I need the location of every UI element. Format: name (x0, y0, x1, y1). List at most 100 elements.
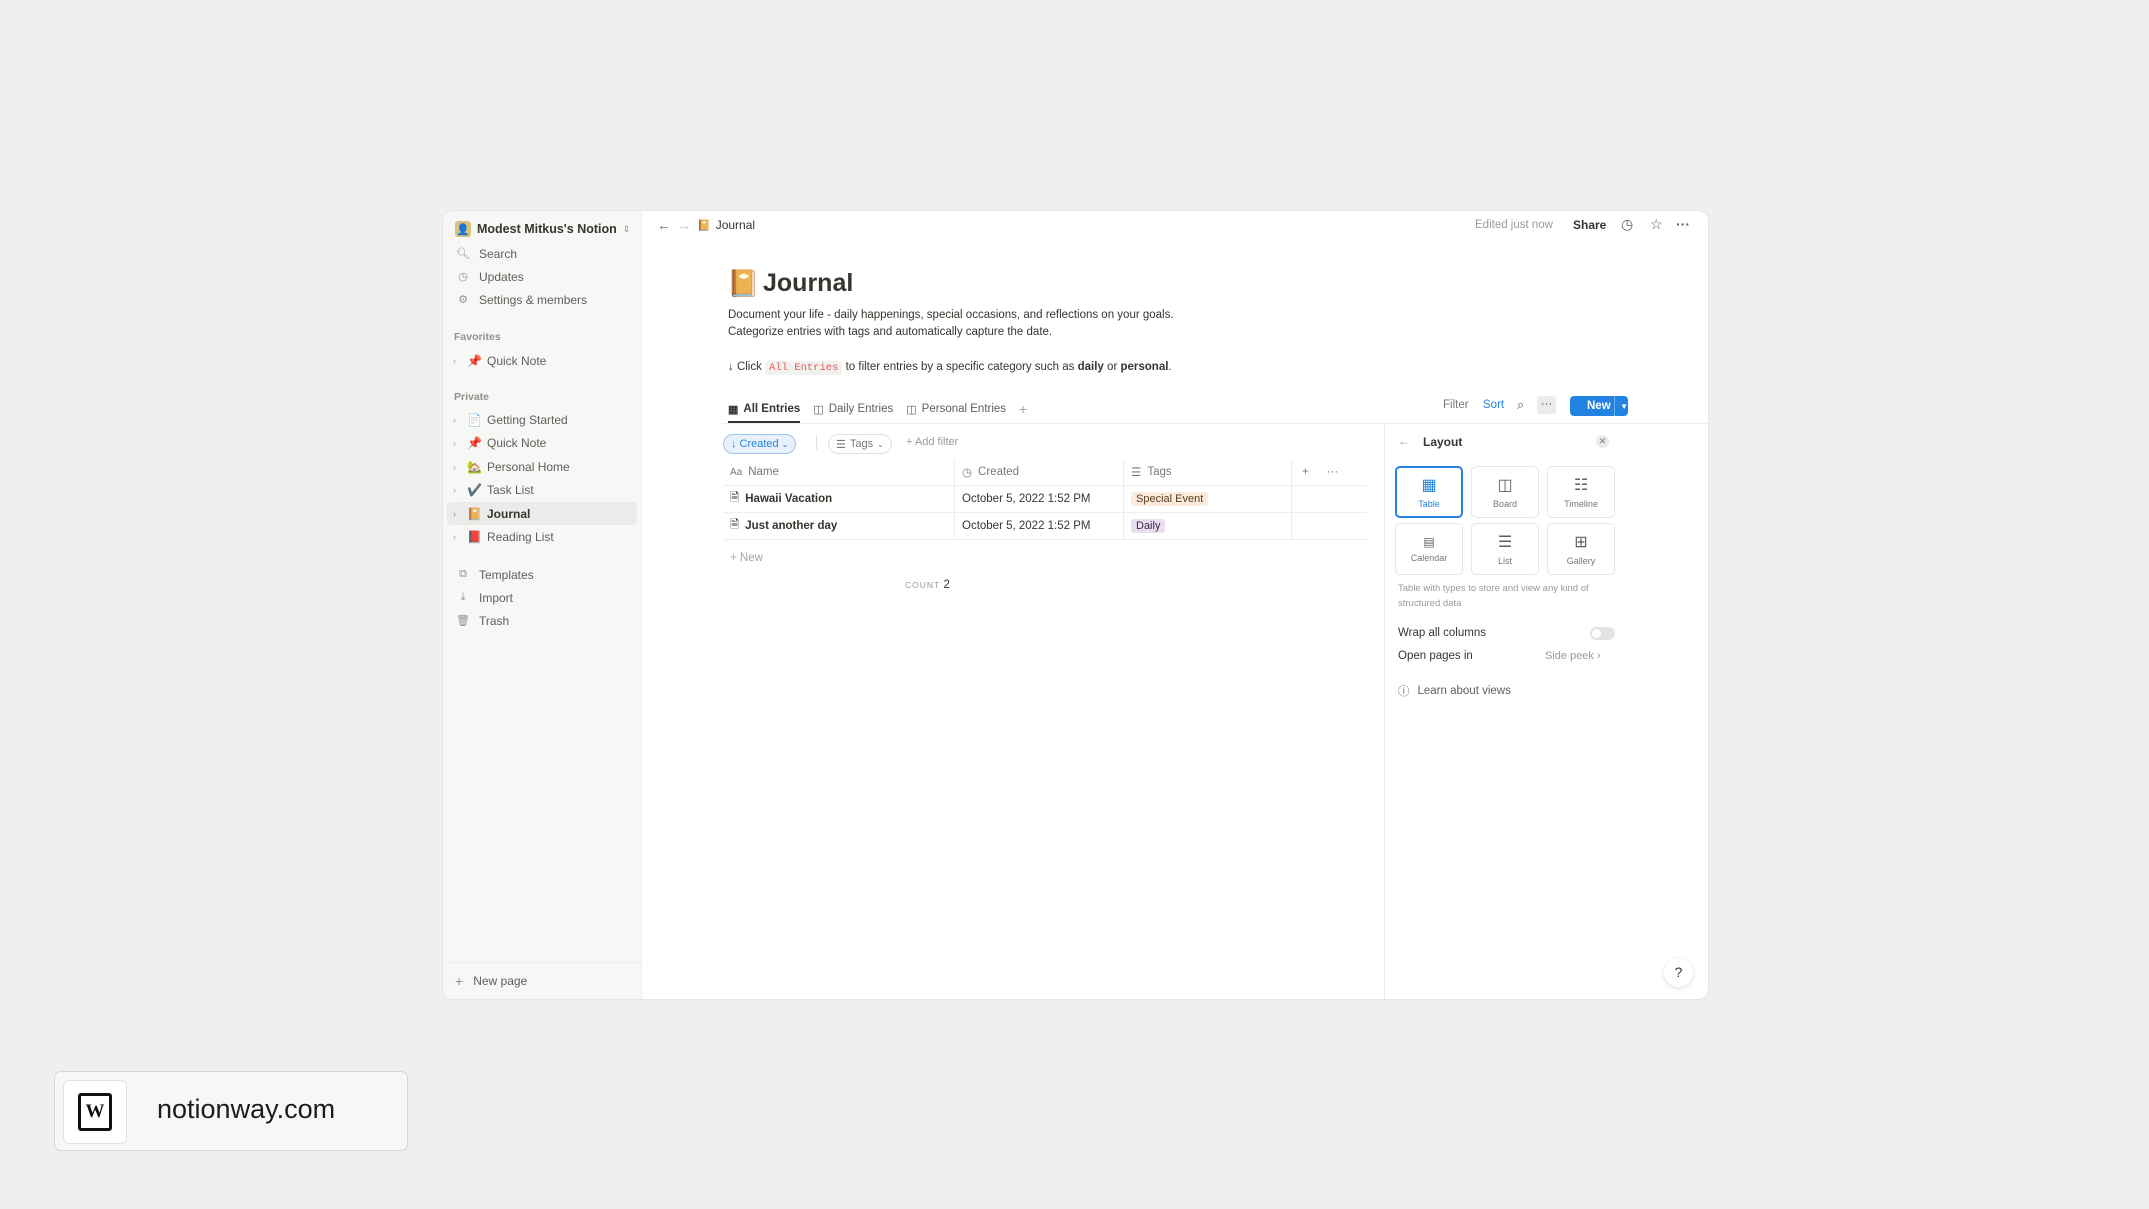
learn-about-views-link[interactable]: ⓘ Learn about views (1398, 683, 1511, 699)
page-title[interactable]: Journal (763, 269, 853, 298)
sidebar-item-fav-quick-note[interactable]: › 📌 Quick Note (447, 349, 637, 372)
sidebar-item-settings[interactable]: ⚙ Settings & members (447, 288, 637, 311)
notion-window: 👤 Modest Mitkus's Notion ⇕ 🔍︎ Search ◷ U… (443, 211, 1708, 999)
column-header-created[interactable]: ◷ Created (954, 459, 1124, 486)
cell-created[interactable]: October 5, 2022 1:52 PM (954, 485, 1124, 513)
checkmark-icon: ✔️ (467, 482, 482, 497)
pushpin-icon: 📌 (467, 353, 482, 368)
sidebar-item-personal-home[interactable]: › 🏡 Personal Home (447, 455, 637, 478)
sort-chip-created[interactable]: ↓ Created ⌄ (723, 434, 797, 454)
sidebar-item-label: Trash (479, 613, 510, 628)
close-icon[interactable]: ✕ (1596, 435, 1609, 448)
sidebar-item-label: Updates (479, 269, 524, 284)
table-icon: ▦ (728, 403, 739, 416)
filter-chip-tags[interactable]: ☰ Tags ⌄ (828, 434, 892, 454)
board-icon: ◫ (1497, 477, 1513, 494)
history-clock-icon[interactable]: ◷ (1621, 216, 1633, 233)
tab-daily-entries[interactable]: ◫ Daily Entries (813, 397, 893, 421)
chevron-right-icon[interactable]: › (453, 438, 463, 448)
page-description[interactable]: Document your life - daily happenings, s… (728, 307, 1174, 341)
layout-option-gallery[interactable]: ⊞ Gallery (1547, 523, 1615, 575)
sidebar-item-reading-list[interactable]: › 📕 Reading List (447, 525, 637, 548)
chip-label: Tags (849, 438, 874, 450)
chevron-down-icon: ⌄ (781, 439, 789, 449)
sidebar-item-quick-note[interactable]: › 📌 Quick Note (447, 431, 637, 454)
sidebar-item-task-list[interactable]: › ✔️ Task List (447, 478, 637, 501)
add-row-button[interactable]: + New (730, 552, 763, 564)
new-page-button[interactable]: + New page (443, 962, 641, 999)
tab-personal-entries[interactable]: ◫ Personal Entries (906, 397, 1006, 421)
hint-line[interactable]: ↓ Click All Entries to filter entries by… (728, 361, 1172, 375)
sidebar-item-journal[interactable]: › 📔 Journal (447, 502, 637, 525)
page-icon: 📄 (467, 412, 482, 427)
tab-all-entries[interactable]: ▦ All Entries (728, 397, 801, 423)
cell-created[interactable]: October 5, 2022 1:52 PM (954, 512, 1124, 540)
plus-icon: + (730, 552, 737, 564)
cell-tags[interactable]: Special Event (1123, 485, 1292, 513)
sidebar-item-getting-started[interactable]: › 📄 Getting Started (447, 408, 637, 431)
table-row[interactable]: 🗎 Hawaii Vacation October 5, 2022 1:52 PM… (723, 485, 1367, 513)
add-filter-button[interactable]: + Add filter (906, 436, 958, 448)
layout-option-board[interactable]: ◫ Board (1471, 466, 1539, 518)
back-arrow-icon[interactable]: ← (657, 217, 671, 233)
chevron-down-icon[interactable]: ▼ (1615, 402, 1628, 411)
chevron-right-icon[interactable]: › (453, 532, 463, 542)
search-icon[interactable]: ⌕ (1517, 397, 1524, 413)
layout-option-list[interactable]: ☰ List (1471, 523, 1539, 575)
view-tabs: ▦ All Entries ◫ Daily Entries ◫ Personal… (728, 397, 1027, 423)
column-header-tags[interactable]: ☰ Tags (1123, 459, 1292, 486)
add-column-icon[interactable]: + (1302, 466, 1309, 478)
option-label: Gallery (1566, 556, 1596, 566)
plus-icon: + (455, 973, 464, 989)
table-row[interactable]: 🗎 Just another day October 5, 2022 1:52 P… (723, 512, 1367, 540)
sidebar-item-templates[interactable]: ⧉ Templates (447, 563, 637, 586)
option-label: Timeline (1564, 499, 1598, 509)
sort-button[interactable]: Sort (1483, 399, 1504, 411)
more-options-icon[interactable]: ··· (1327, 466, 1339, 478)
layout-option-timeline[interactable]: ☷ Timeline (1547, 466, 1615, 518)
chevron-right-icon[interactable]: › (453, 356, 463, 366)
hint-bold-personal: personal (1120, 361, 1169, 373)
sidebar-item-import[interactable]: ⤓ Import (447, 586, 637, 609)
row-count[interactable]: COUNT 2 (905, 579, 950, 591)
hint-prefix: ↓ Click (728, 361, 762, 373)
brand-card[interactable]: W notionway.com (54, 1071, 408, 1151)
share-button[interactable]: Share (1573, 218, 1606, 232)
more-options-icon[interactable]: ··· (1676, 216, 1690, 232)
sidebar-item-label: Getting Started (487, 412, 568, 427)
add-view-icon[interactable]: + (1019, 397, 1027, 421)
new-entry-button[interactable]: New ▼ (1570, 396, 1628, 416)
chevron-right-icon[interactable]: › (453, 462, 463, 472)
sidebar-item-updates[interactable]: ◷ Updates (447, 265, 637, 288)
view-options-button[interactable]: ··· (1537, 396, 1556, 414)
wrap-columns-toggle[interactable] (1590, 627, 1615, 640)
open-pages-select[interactable]: Side peek › (1545, 650, 1601, 662)
chevron-right-icon[interactable]: › (453, 415, 463, 425)
cell-tags[interactable]: Daily (1123, 512, 1292, 540)
chevron-right-icon[interactable]: › (453, 485, 463, 495)
add-row-label: New (739, 552, 763, 564)
learn-label: Learn about views (1417, 685, 1511, 697)
sidebar-item-search[interactable]: 🔍︎ Search (447, 242, 637, 265)
workspace-switcher[interactable]: 👤 Modest Mitkus's Notion ⇕ (455, 217, 630, 241)
cell-name[interactable]: 🗎 Just another day (723, 512, 955, 540)
sidebar-item-label: Task List (487, 482, 534, 497)
column-header-name[interactable]: Aa Name (723, 459, 955, 486)
breadcrumb[interactable]: 📔 Journal (697, 218, 755, 232)
tag-badge: Daily (1131, 519, 1166, 533)
layout-option-calendar[interactable]: ▤ Calendar (1395, 523, 1463, 575)
cell-name[interactable]: 🗎 Hawaii Vacation (723, 485, 955, 513)
plus-icon: + (906, 436, 913, 448)
layout-option-table[interactable]: ▦ Table (1395, 466, 1463, 518)
logo-letter: W (78, 1093, 112, 1131)
filter-button[interactable]: Filter (1443, 399, 1469, 411)
forward-arrow-icon[interactable]: → (677, 217, 691, 233)
help-button[interactable]: ? (1664, 958, 1693, 987)
divider (816, 436, 817, 450)
tab-label: Personal Entries (921, 403, 1007, 415)
back-arrow-icon[interactable]: ← (1398, 434, 1410, 448)
sidebar-item-trash[interactable]: 🗑︎ Trash (447, 609, 637, 632)
chevron-right-icon[interactable]: › (453, 509, 463, 519)
star-icon[interactable]: ☆ (1650, 216, 1663, 233)
page-emoji-icon[interactable]: 📔 (727, 268, 759, 299)
